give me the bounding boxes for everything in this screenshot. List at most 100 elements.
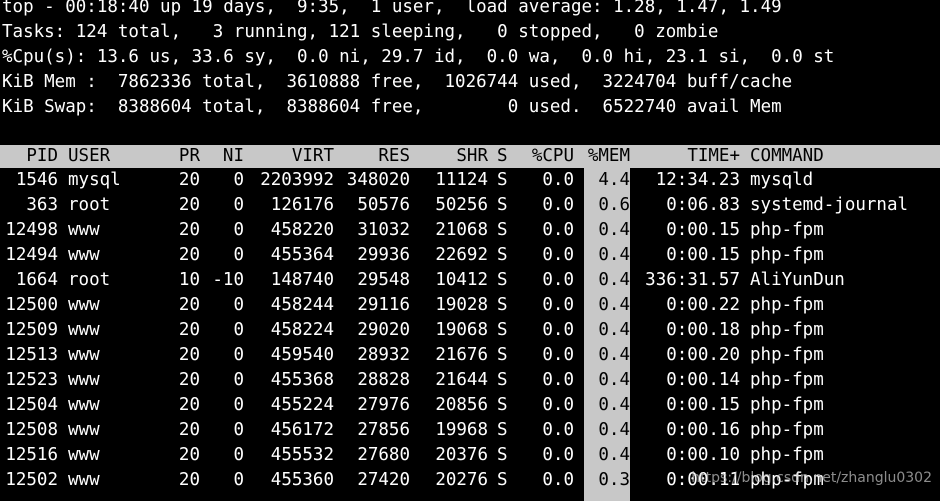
mem-cell: 0.4	[598, 220, 630, 240]
state-cell: S	[497, 370, 508, 390]
res-cell: 29020	[357, 320, 410, 340]
shr-cell: 21644	[435, 370, 488, 390]
process-row: 363 root 20 0 126176 50576 50256 S 0.0 0…	[0, 193, 940, 218]
user-cell: www	[68, 245, 100, 265]
user-cell: www	[68, 345, 100, 365]
watermark-text: https://blog.csdn.net/zhanglu0302	[691, 470, 932, 486]
process-row: 12504 www 20 0 455224 27976 20856 S 0.0 …	[0, 393, 940, 418]
virt-cell: 148740	[270, 270, 334, 290]
process-row: 12500 www 20 0 458244 29116 19028 S 0.0 …	[0, 293, 940, 318]
shr-cell: 19968	[435, 420, 488, 440]
mem-cell: 0.4	[598, 395, 630, 415]
command-cell: php-fpm	[750, 445, 824, 465]
mem-cell: 0.3	[598, 470, 630, 490]
pid-cell: 363	[26, 195, 58, 215]
cpu-cell: 0.0	[542, 170, 574, 190]
pid-cell: 12498	[5, 220, 58, 240]
time-cell: 0:00.18	[666, 320, 740, 340]
cpu-cell: 0.0	[542, 195, 574, 215]
virt-cell: 459540	[270, 345, 334, 365]
command-cell: php-fpm	[750, 220, 824, 240]
pid-cell: 12516	[5, 445, 58, 465]
pr-cell: 20	[178, 245, 200, 265]
shr-cell: 11124	[435, 170, 488, 190]
tasks-summary-line: Tasks: 124 total, 3 running, 121 sleepin…	[2, 22, 719, 42]
user-cell: root	[68, 270, 111, 290]
cpu-cell: 0.0	[542, 245, 574, 265]
shr-cell: 50256	[435, 195, 488, 215]
process-row: 12509 www 20 0 458224 29020 19068 S 0.0 …	[0, 318, 940, 343]
pr-cell: 20	[178, 345, 200, 365]
time-cell: 0:00.16	[666, 420, 740, 440]
ni-cell: -10	[212, 270, 244, 290]
column-header-pid: PID	[26, 146, 58, 166]
time-cell: 0:00.14	[666, 370, 740, 390]
column-header-shr: SHR	[456, 146, 488, 166]
pr-cell: 20	[178, 195, 200, 215]
cpu-cell: 0.0	[542, 295, 574, 315]
state-cell: S	[497, 295, 508, 315]
pid-cell: 1546	[15, 170, 58, 190]
time-cell: 336:31.57	[645, 270, 740, 290]
state-cell: S	[497, 245, 508, 265]
column-header-virt: VIRT	[291, 146, 334, 166]
res-cell: 29116	[357, 295, 410, 315]
command-cell: systemd-journal	[750, 195, 909, 215]
pr-cell: 20	[178, 170, 200, 190]
pr-cell: 20	[178, 470, 200, 490]
time-cell: 0:00.20	[666, 345, 740, 365]
process-table-header: PID USER PR NI VIRT RES SHR S %CPU %MEM …	[0, 145, 940, 168]
cpu-cell: 0.0	[542, 470, 574, 490]
virt-cell: 455532	[270, 445, 334, 465]
command-cell: php-fpm	[750, 420, 824, 440]
column-header-state: S	[497, 146, 508, 166]
cpu-cell: 0.0	[542, 445, 574, 465]
res-cell: 28932	[357, 345, 410, 365]
cpu-summary-line: %Cpu(s): 13.6 us, 33.6 sy, 0.0 ni, 29.7 …	[2, 47, 835, 67]
virt-cell: 126176	[270, 195, 334, 215]
process-row: 12508 www 20 0 456172 27856 19968 S 0.0 …	[0, 418, 940, 443]
shr-cell: 20376	[435, 445, 488, 465]
state-cell: S	[497, 220, 508, 240]
column-header-res: RES	[378, 146, 410, 166]
virt-cell: 455368	[270, 370, 334, 390]
pr-cell: 20	[178, 220, 200, 240]
column-header-time: TIME+	[687, 146, 740, 166]
pid-cell: 12523	[5, 370, 58, 390]
memory-summary-line: KiB Mem : 7862336 total, 3610888 free, 1…	[2, 72, 793, 92]
mem-cell: 0.4	[598, 245, 630, 265]
time-cell: 0:00.15	[666, 395, 740, 415]
process-row: 12498 www 20 0 458220 31032 21068 S 0.0 …	[0, 218, 940, 243]
state-cell: S	[497, 270, 508, 290]
time-cell: 0:00.10	[666, 445, 740, 465]
res-cell: 27976	[357, 395, 410, 415]
state-cell: S	[497, 345, 508, 365]
mem-cell: 0.4	[598, 295, 630, 315]
shr-cell: 21676	[435, 345, 488, 365]
res-cell: 27680	[357, 445, 410, 465]
res-cell: 29936	[357, 245, 410, 265]
column-header-command: COMMAND	[750, 146, 824, 166]
column-header-pr: PR	[178, 146, 200, 166]
user-cell: www	[68, 220, 100, 240]
user-cell: www	[68, 295, 100, 315]
process-row: 1664 root 10 -10 148740 29548 10412 S 0.…	[0, 268, 940, 293]
mem-cell: 0.4	[598, 345, 630, 365]
time-cell: 0:06.83	[666, 195, 740, 215]
user-cell: www	[68, 420, 100, 440]
ni-cell: 0	[233, 370, 244, 390]
shr-cell: 20856	[435, 395, 488, 415]
pr-cell: 20	[178, 295, 200, 315]
res-cell: 27856	[357, 420, 410, 440]
command-cell: mysqld	[750, 170, 814, 190]
mem-cell: 0.4	[598, 420, 630, 440]
pr-cell: 20	[178, 420, 200, 440]
user-cell: www	[68, 370, 100, 390]
command-cell: php-fpm	[750, 245, 824, 265]
virt-cell: 455224	[270, 395, 334, 415]
virt-cell: 455360	[270, 470, 334, 490]
virt-cell: 456172	[270, 420, 334, 440]
pid-cell: 12508	[5, 420, 58, 440]
ni-cell: 0	[233, 420, 244, 440]
ni-cell: 0	[233, 220, 244, 240]
